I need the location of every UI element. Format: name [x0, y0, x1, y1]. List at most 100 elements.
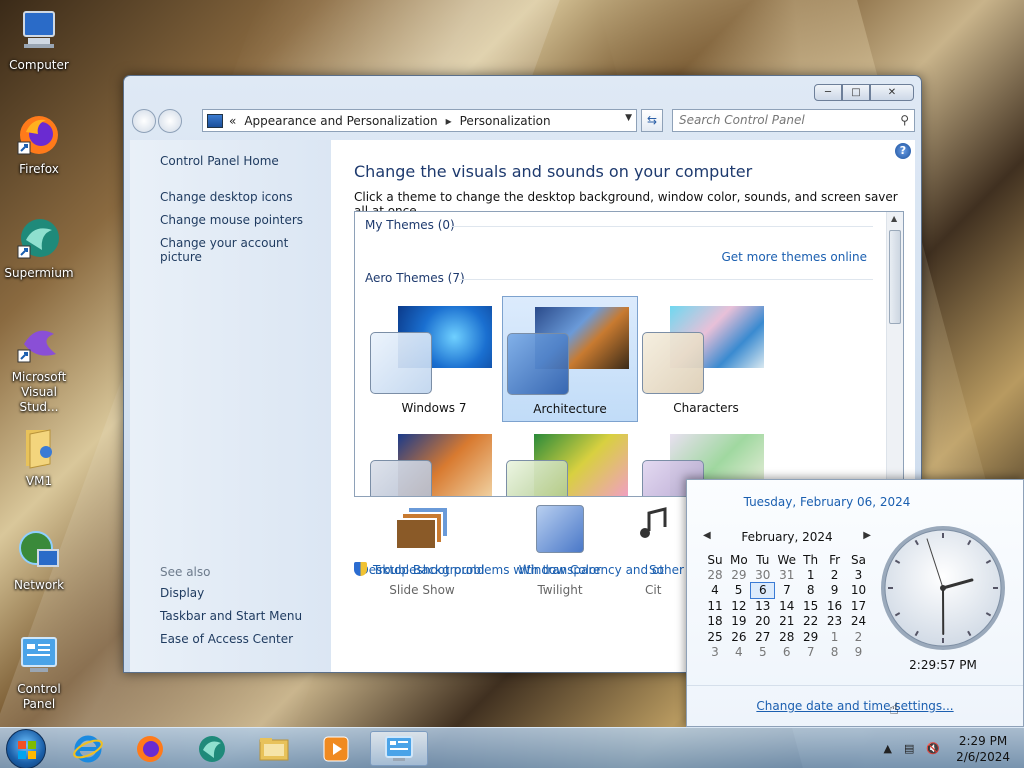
search-input[interactable]: Search Control Panel ⚲ [672, 109, 915, 132]
search-icon[interactable]: ⚲ [900, 113, 909, 127]
taskbar-control-panel[interactable] [370, 731, 428, 766]
maximize-button[interactable]: □ [842, 84, 870, 101]
minimize-button[interactable]: ─ [814, 84, 842, 101]
display-link[interactable]: Display [160, 586, 204, 600]
desktop-icon-control-panel[interactable]: Control Panel [2, 632, 76, 712]
calendar-day[interactable]: 29 [799, 629, 823, 644]
breadcrumb-personalization[interactable]: Personalization [460, 114, 551, 128]
calendar-day[interactable]: 5 [727, 583, 751, 598]
calendar-day[interactable]: 26 [727, 629, 751, 644]
ease-of-access-link[interactable]: Ease of Access Center [160, 632, 293, 646]
desktop-icon-computer[interactable]: Computer [2, 8, 76, 73]
calendar-day[interactable]: 8 [799, 583, 823, 598]
calendar-day[interactable]: 3 [847, 567, 871, 582]
taskbar-supermium[interactable] [186, 731, 238, 766]
taskbar-file-explorer[interactable] [248, 731, 300, 766]
long-date-link[interactable]: Tuesday, February 06, 2024 [687, 495, 967, 509]
network-icon[interactable]: ▤ [904, 742, 914, 755]
previous-month-icon[interactable]: ◀ [703, 530, 711, 548]
calendar-day[interactable]: 6 [750, 582, 776, 599]
calendar-day[interactable]: 29 [727, 567, 751, 582]
next-month-icon[interactable]: ▶ [863, 530, 871, 548]
desktop-icon-visual-studio[interactable]: Microsoft Visual Stud... [2, 320, 76, 415]
calendar-day[interactable]: 11 [703, 598, 727, 613]
back-button[interactable] [132, 109, 156, 133]
calendar-day[interactable]: 22 [799, 614, 823, 629]
theme-nature[interactable] [502, 424, 638, 496]
start-button[interactable] [6, 729, 46, 768]
address-bar[interactable]: « Appearance and Personalization ▸ Perso… [202, 109, 637, 132]
my-themes-header[interactable]: My Themes (0) [365, 218, 455, 232]
troubleshoot-link[interactable]: Troubleshoot problems with transparency … [354, 562, 726, 577]
calendar-day[interactable]: 1 [823, 629, 847, 644]
calendar-day[interactable]: 4 [703, 583, 727, 598]
calendar-day[interactable]: 6 [775, 644, 799, 659]
calendar-day[interactable]: 14 [775, 598, 799, 613]
calendar-day[interactable]: 2 [823, 567, 847, 582]
theme-characters[interactable]: Characters [638, 296, 774, 422]
chevron-down-icon[interactable]: ▼ [625, 113, 632, 123]
calendar-day[interactable]: 3 [703, 644, 727, 659]
desktop-icon-network[interactable]: Network [2, 528, 76, 593]
window-color-setting[interactable]: Window Color Twilight [495, 505, 625, 597]
taskbar-start-menu-link[interactable]: Taskbar and Start Menu [160, 609, 302, 623]
taskbar-clock[interactable]: 2:29 PM 2/6/2024 [956, 733, 1010, 765]
calendar-day[interactable]: 16 [823, 598, 847, 613]
calendar-day[interactable]: 17 [847, 598, 871, 613]
calendar-day[interactable]: 15 [799, 598, 823, 613]
aero-themes-header[interactable]: Aero Themes (7) [365, 271, 465, 285]
desktop-icon-vm1[interactable]: VM1 [2, 424, 76, 489]
get-more-themes-link[interactable]: Get more themes online [721, 250, 867, 264]
calendar-day[interactable]: 10 [847, 583, 871, 598]
scrollbar-thumb[interactable] [889, 230, 901, 324]
taskbar-media-player[interactable] [310, 731, 362, 766]
control-panel-home-link[interactable]: Control Panel Home [160, 154, 279, 168]
calendar-month-label[interactable]: February, 2024 [741, 530, 832, 548]
calendar-day[interactable]: 13 [751, 598, 775, 613]
refresh-button[interactable]: ⇆ [641, 109, 663, 132]
calendar-day[interactable]: 31 [775, 567, 799, 582]
close-button[interactable]: ✕ [870, 84, 914, 101]
theme-windows-7[interactable]: Windows 7 [366, 296, 502, 422]
calendar-day[interactable]: 9 [847, 644, 871, 659]
calendar-day[interactable]: 24 [847, 614, 871, 629]
calendar-day[interactable]: 4 [727, 644, 751, 659]
show-hidden-icons-icon[interactable]: ▲ [884, 742, 892, 755]
calendar-day[interactable]: 12 [727, 598, 751, 613]
calendar-day[interactable]: 7 [775, 583, 799, 598]
calendar-day[interactable]: 30 [751, 567, 775, 582]
change-date-time-settings-link[interactable]: Change date and time settings... [687, 699, 1023, 713]
calendar-day[interactable]: 2 [847, 629, 871, 644]
calendar-day[interactable]: 19 [727, 614, 751, 629]
calendar-day[interactable]: 5 [751, 644, 775, 659]
volume-muted-icon[interactable]: 🔇 [926, 742, 940, 755]
troubleshoot-text[interactable]: Troubleshoot problems with transparency … [373, 563, 726, 577]
help-icon[interactable]: ? [895, 143, 911, 159]
scroll-up-icon[interactable]: ▲ [891, 214, 897, 223]
calendar-day[interactable]: 28 [703, 567, 727, 582]
chevron-right-icon[interactable]: ▸ [446, 114, 452, 128]
change-mouse-pointers-link[interactable]: Change mouse pointers [160, 213, 303, 227]
forward-button[interactable] [158, 109, 182, 133]
desktop-icon-supermium[interactable]: Supermium [2, 216, 76, 281]
theme-landscapes[interactable] [366, 424, 502, 496]
calendar-day[interactable]: 8 [823, 644, 847, 659]
desktop-background-setting[interactable]: Desktop Background Slide Show [357, 505, 487, 597]
breadcrumb-appearance[interactable]: Appearance and Personalization [244, 114, 437, 128]
calendar-day[interactable]: 27 [751, 629, 775, 644]
theme-list-scrollbar[interactable]: ▲ [886, 212, 903, 496]
sounds-setting[interactable]: So Cit [631, 505, 691, 597]
breadcrumb-overflow[interactable]: « [229, 114, 236, 128]
calendar-day[interactable]: 7 [799, 644, 823, 659]
calendar-day[interactable]: 9 [823, 583, 847, 598]
calendar-day[interactable]: 1 [799, 567, 823, 582]
theme-list[interactable]: My Themes (0) Get more themes online Aer… [354, 211, 904, 497]
calendar-day[interactable]: 21 [775, 614, 799, 629]
theme-architecture[interactable]: Architecture [502, 296, 638, 422]
calendar-day[interactable]: 18 [703, 614, 727, 629]
calendar-day[interactable]: 28 [775, 629, 799, 644]
taskbar-firefox[interactable] [124, 731, 176, 766]
calendar-day[interactable]: 23 [823, 614, 847, 629]
calendar-day[interactable]: 20 [751, 614, 775, 629]
desktop-icon-firefox[interactable]: Firefox [2, 112, 76, 177]
